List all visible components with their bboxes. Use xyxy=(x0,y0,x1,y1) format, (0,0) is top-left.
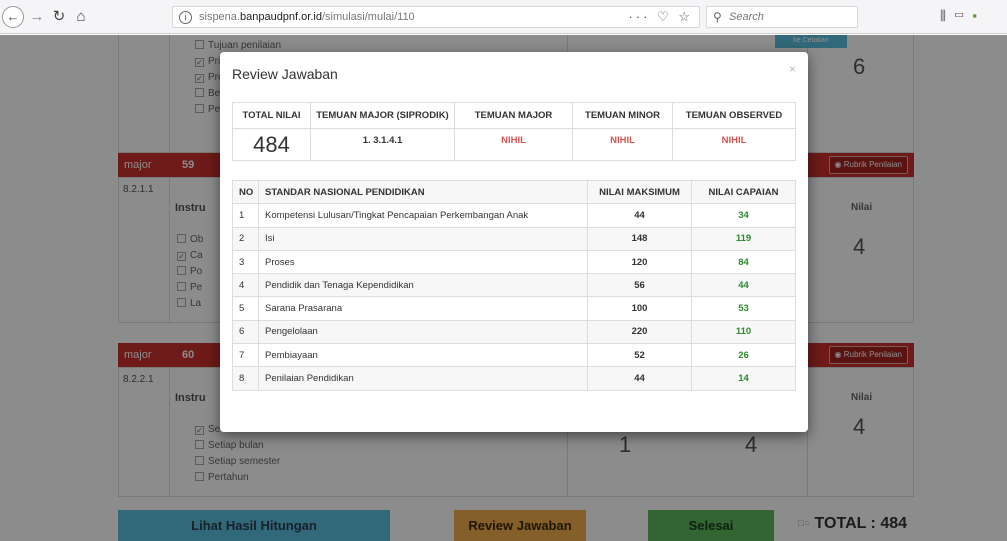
toolbar-icons: ⫼▭▪ xyxy=(940,8,985,24)
address-bar[interactable]: i sispena.banpaudpnf.or.id/simulasi/mula… xyxy=(172,6,700,28)
row-standar-name: Pendidik dan Tenaga Kependidikan xyxy=(258,273,588,298)
header-no: NO xyxy=(232,179,259,205)
table-row: 4 Pendidik dan Tenaga Kependidikan 56 44 xyxy=(232,273,796,298)
row-nilai-maksimum: 44 xyxy=(587,366,692,391)
row-nilai-capaian: 119 xyxy=(691,226,796,251)
header-temuan-major: TEMUAN MAJOR xyxy=(454,102,573,129)
row-no: 2 xyxy=(232,226,259,251)
row-standar-name: Kompetensi Lulusan/Tingkat Pencapaian Pe… xyxy=(258,203,588,228)
row-no: 8 xyxy=(232,366,259,391)
row-standar-name: Proses xyxy=(258,249,588,275)
library-icon[interactable]: ⫼ xyxy=(940,8,954,23)
reload-icon[interactable]: ↻ xyxy=(50,6,68,28)
header-temuan-major-siprodik: TEMUAN MAJOR (SIPRODIK) xyxy=(310,102,455,129)
row-nilai-maksimum: 148 xyxy=(587,226,692,251)
url-text[interactable]: sispena.banpaudpnf.or.id/simulasi/mulai/… xyxy=(199,11,415,23)
total-nilai-value: 484 xyxy=(232,128,311,161)
header-nilai-capaian: NILAI CAPAIAN xyxy=(691,179,796,205)
back-arrow-icon[interactable]: ← xyxy=(2,6,24,28)
summary-table: TOTAL NILAI TEMUAN MAJOR (SIPRODIK) TEMU… xyxy=(232,102,796,161)
header-temuan-observed: TEMUAN OBSERVED xyxy=(672,102,796,129)
search-icon: ⚲ xyxy=(713,10,722,24)
standar-table: NO STANDAR NASIONAL PENDIDIKAN NILAI MAK… xyxy=(232,179,796,391)
browser-toolbar: ← → ↻ ⌂ i sispena.banpaudpnf.or.id/simul… xyxy=(0,0,1007,34)
row-nilai-maksimum: 100 xyxy=(587,296,692,321)
temuan-major-siprodik-value: 1. 3.1.4.1 xyxy=(310,128,455,161)
table-row: 6 Pengelolaan 220 110 xyxy=(232,319,796,345)
row-nilai-capaian: 26 xyxy=(691,343,796,368)
row-nilai-capaian: 110 xyxy=(691,319,796,345)
standar-header-row: NO STANDAR NASIONAL PENDIDIKAN NILAI MAK… xyxy=(232,179,796,205)
row-no: 5 xyxy=(232,296,259,321)
row-no: 3 xyxy=(232,249,259,275)
row-nilai-capaian: 34 xyxy=(691,203,796,228)
review-jawaban-modal: Review Jawaban × TOTAL NILAI TEMUAN MAJO… xyxy=(220,52,808,432)
forward-arrow-icon[interactable]: → xyxy=(28,6,46,28)
row-nilai-capaian: 44 xyxy=(691,273,796,298)
extension-icon[interactable]: ▪ xyxy=(972,8,985,23)
url-domain: banpaudpnf.or.id xyxy=(239,11,322,23)
row-standar-name: Penilaian Pendidikan xyxy=(258,366,588,391)
temuan-minor-value: NIHIL xyxy=(572,128,673,161)
url-prefix: sispena. xyxy=(199,11,240,23)
table-row: 1 Kompetensi Lulusan/Tingkat Pencapaian P… xyxy=(232,203,796,228)
page-actions-icon[interactable]: ··· ♡ ☆ xyxy=(628,9,693,25)
close-icon[interactable]: × xyxy=(789,62,796,76)
row-nilai-capaian: 53 xyxy=(691,296,796,321)
row-no: 1 xyxy=(232,203,259,228)
row-no: 4 xyxy=(232,273,259,298)
header-standar: STANDAR NASIONAL PENDIDIKAN xyxy=(258,179,588,205)
row-nilai-maksimum: 220 xyxy=(587,319,692,345)
header-temuan-minor: TEMUAN MINOR xyxy=(572,102,673,129)
info-icon[interactable]: i xyxy=(179,11,192,24)
row-no: 7 xyxy=(232,343,259,368)
sidebar-icon[interactable]: ▭ xyxy=(954,8,972,23)
header-nilai-maksimum: NILAI MAKSIMUM xyxy=(587,179,692,205)
table-row: 7 Pembiayaan 52 26 xyxy=(232,343,796,368)
table-row: 2 Isi 148 119 xyxy=(232,226,796,251)
row-standar-name: Isi xyxy=(258,226,588,251)
summary-header-row: TOTAL NILAI TEMUAN MAJOR (SIPRODIK) TEMU… xyxy=(232,102,796,129)
row-nilai-capaian: 14 xyxy=(691,366,796,391)
home-icon[interactable]: ⌂ xyxy=(72,6,90,28)
url-path: /simulasi/mulai/110 xyxy=(321,11,415,23)
row-nilai-maksimum: 120 xyxy=(587,249,692,275)
temuan-major-value: NIHIL xyxy=(454,128,573,161)
header-total-nilai: TOTAL NILAI xyxy=(232,102,311,129)
summary-value-row: 484 1. 3.1.4.1 NIHIL NIHIL NIHIL xyxy=(232,128,796,161)
row-standar-name: Sarana Prasarana xyxy=(258,296,588,321)
row-nilai-maksimum: 44 xyxy=(587,203,692,228)
search-box[interactable]: ⚲ xyxy=(706,6,858,28)
temuan-observed-value: NIHIL xyxy=(672,128,796,161)
search-input[interactable] xyxy=(729,9,849,25)
row-no: 6 xyxy=(232,319,259,345)
row-standar-name: Pengelolaan xyxy=(258,319,588,345)
row-nilai-capaian: 84 xyxy=(691,249,796,275)
table-row: 8 Penilaian Pendidikan 44 14 xyxy=(232,366,796,391)
row-standar-name: Pembiayaan xyxy=(258,343,588,368)
table-row: 3 Proses 120 84 xyxy=(232,249,796,275)
table-row: 5 Sarana Prasarana 100 53 xyxy=(232,296,796,321)
modal-title: Review Jawaban xyxy=(232,66,338,82)
row-nilai-maksimum: 52 xyxy=(587,343,692,368)
row-nilai-maksimum: 56 xyxy=(587,273,692,298)
